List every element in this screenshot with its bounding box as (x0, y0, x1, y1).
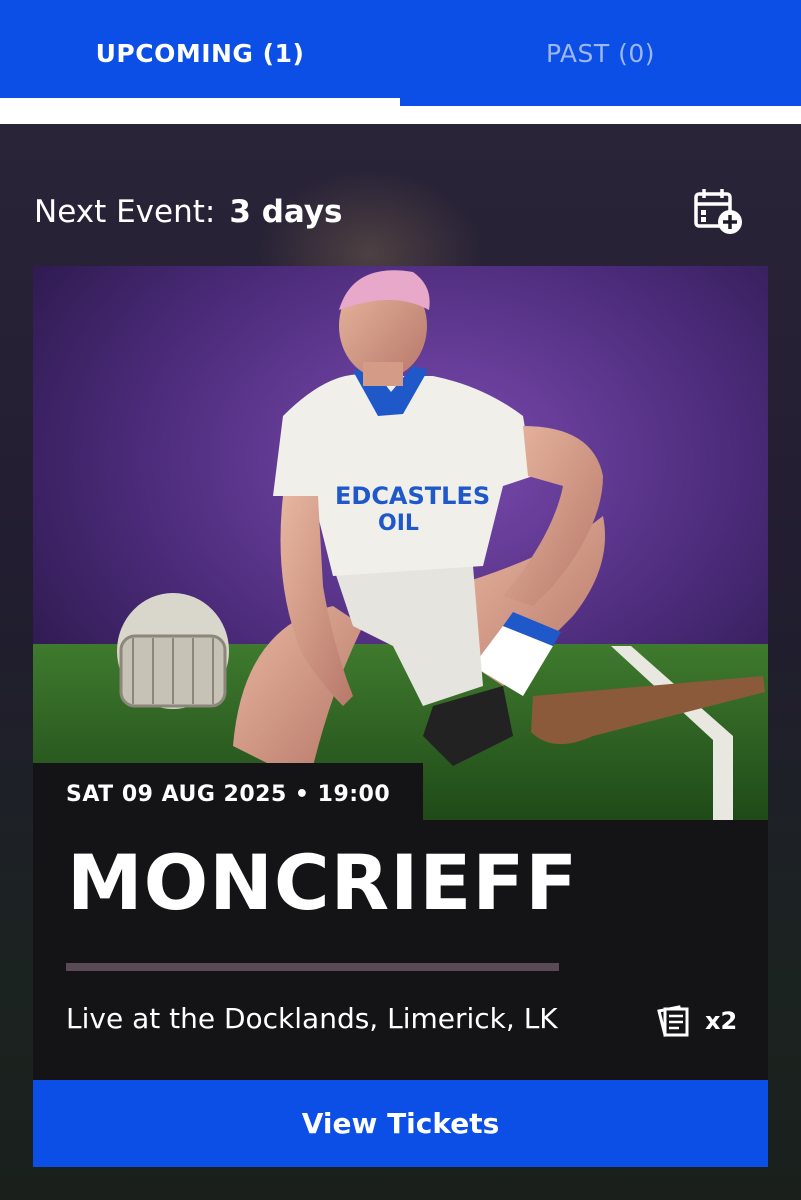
event-venue: Live at the Docklands, Limerick, LK (66, 1002, 558, 1035)
ticket-stack-icon (657, 1005, 689, 1037)
svg-text:OIL: OIL (378, 511, 419, 536)
next-event-countdown: Next Event: 3 days (34, 186, 343, 238)
calendar-plus-icon (694, 189, 742, 234)
tab-past[interactable]: PAST (0) (400, 0, 801, 106)
event-card[interactable]: EDCASTLES OIL SAT 09 AUG 2025 • 19:00 MO… (33, 266, 768, 1081)
view-tickets-button[interactable]: View Tickets (33, 1080, 768, 1167)
tab-bar: UPCOMING (1) PAST (0) (0, 0, 801, 106)
next-event-label: Next Event: (34, 194, 216, 230)
next-event-value: 3 days (229, 194, 343, 230)
event-hero-image: EDCASTLES OIL (33, 266, 768, 820)
tab-upcoming[interactable]: UPCOMING (1) (0, 0, 400, 106)
ticket-count-value: x2 (705, 1007, 738, 1035)
tab-divider (0, 106, 801, 124)
active-tab-indicator (0, 98, 400, 106)
ticket-count: x2 (655, 1001, 737, 1041)
event-datetime: SAT 09 AUG 2025 • 19:00 (33, 763, 424, 825)
svg-text:EDCASTLES: EDCASTLES (335, 482, 490, 510)
event-title: MONCRIEFF (67, 838, 579, 927)
title-divider (66, 963, 559, 971)
add-to-calendar-button[interactable] (690, 186, 744, 236)
